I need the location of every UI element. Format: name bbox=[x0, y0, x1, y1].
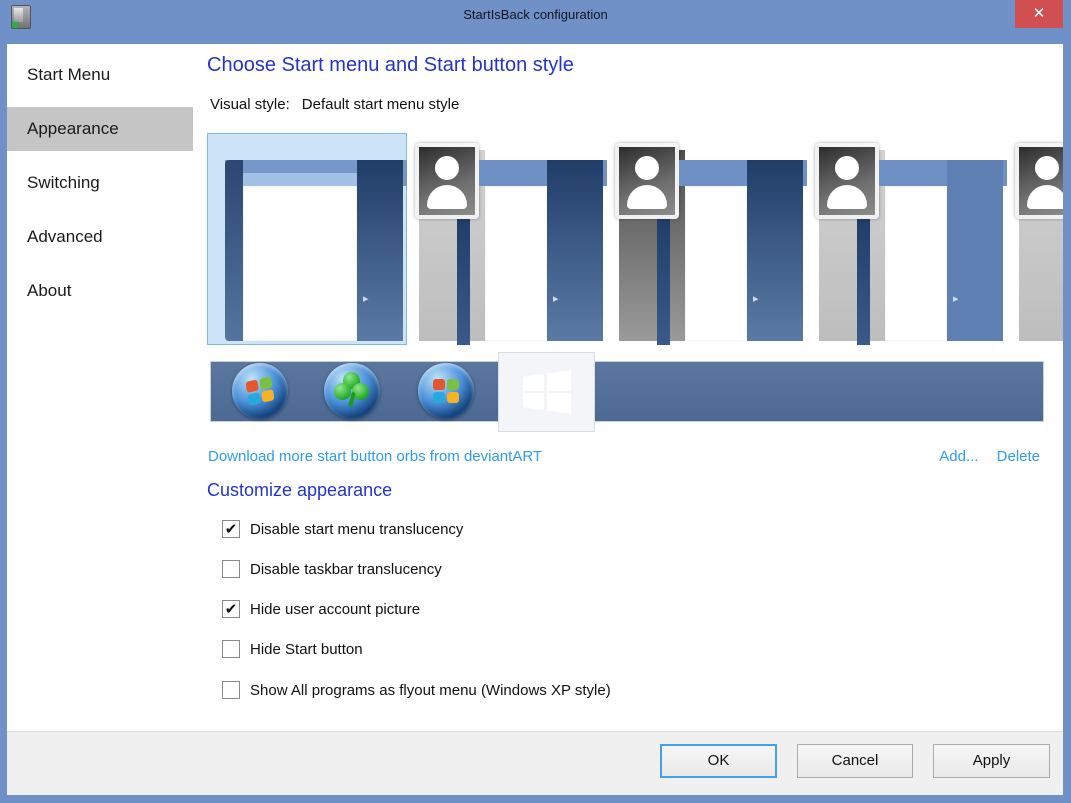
checkbox-box[interactable]: ✔ bbox=[222, 600, 240, 618]
dialog-content: Start Menu Appearance Switching Advanced… bbox=[7, 44, 1063, 795]
sidebar-item-switching[interactable]: Switching bbox=[7, 161, 193, 205]
sidebar-item-appearance[interactable]: Appearance bbox=[7, 107, 193, 151]
cancel-button[interactable]: Cancel bbox=[797, 744, 913, 778]
checkbox-box[interactable]: ✔ bbox=[222, 560, 240, 578]
person-icon bbox=[1019, 147, 1063, 215]
windows-flag-icon bbox=[245, 376, 275, 406]
submenu-arrow-icon: ▸ bbox=[953, 293, 959, 305]
user-picture-icon bbox=[615, 143, 679, 219]
user-picture-icon bbox=[1015, 143, 1063, 219]
preview-thumbnail-5[interactable] bbox=[1007, 133, 1063, 345]
ok-button[interactable]: OK bbox=[660, 744, 777, 778]
visual-style-value: Default start menu style bbox=[301, 96, 460, 113]
sidebar-item-about[interactable]: About bbox=[7, 269, 193, 313]
person-icon bbox=[619, 147, 675, 215]
preview-thumbnail-2[interactable]: ▸ bbox=[407, 133, 607, 345]
customize-appearance-heading: Customize appearance bbox=[207, 480, 393, 500]
window-frame: StartIsBack configuration ✕ Start Menu A… bbox=[0, 0, 1071, 803]
submenu-arrow-icon: ▸ bbox=[553, 293, 559, 305]
links-row: Download more start button orbs from dev… bbox=[208, 448, 1063, 465]
check-icon: ✔ bbox=[224, 521, 238, 538]
user-picture-icon bbox=[415, 143, 479, 219]
page-title: Choose Start menu and Start button style bbox=[207, 54, 574, 76]
window-title: StartIsBack configuration bbox=[463, 7, 608, 22]
windows8-logo-icon bbox=[522, 370, 571, 414]
check-icon: ✔ bbox=[224, 601, 238, 618]
shamrock-orb[interactable] bbox=[324, 363, 380, 419]
windows8-flat-orb-selected[interactable] bbox=[498, 352, 595, 432]
user-picture-icon bbox=[815, 143, 879, 219]
preview-thumbnail-3[interactable]: ▸ bbox=[607, 133, 807, 345]
visual-style-row: Visual style: Default start menu style bbox=[210, 96, 459, 113]
windows7-square-orb[interactable] bbox=[418, 363, 474, 419]
shamrock-icon bbox=[334, 372, 370, 408]
apply-button[interactable]: Apply bbox=[933, 744, 1050, 778]
style-preview-strip: ▸ ▸ ▸ ▸ bbox=[207, 133, 1063, 345]
windows7-orb[interactable] bbox=[232, 363, 288, 419]
person-icon bbox=[819, 147, 875, 215]
sidebar-item-start-menu[interactable]: Start Menu bbox=[7, 53, 193, 97]
close-button[interactable]: ✕ bbox=[1015, 0, 1063, 28]
checkbox-box[interactable]: ✔ bbox=[222, 681, 240, 699]
submenu-arrow-icon: ▸ bbox=[363, 293, 369, 305]
submenu-arrow-icon: ▸ bbox=[753, 293, 759, 305]
delete-orb-link[interactable]: Delete bbox=[997, 448, 1040, 465]
preview-thumbnail-default[interactable]: ▸ bbox=[207, 133, 407, 345]
checkbox-box[interactable]: ✔ bbox=[222, 520, 240, 538]
sidebar-item-advanced[interactable]: Advanced bbox=[7, 215, 193, 259]
windows-flag-icon bbox=[433, 379, 459, 403]
add-orb-link[interactable]: Add... bbox=[939, 448, 978, 465]
checkbox-box[interactable]: ✔ bbox=[222, 640, 240, 658]
preview-thumbnail-4[interactable]: ▸ bbox=[807, 133, 1007, 345]
download-orbs-link[interactable]: Download more start button orbs from dev… bbox=[208, 448, 542, 465]
visual-style-label: Visual style: bbox=[210, 96, 290, 113]
person-icon bbox=[419, 147, 475, 215]
